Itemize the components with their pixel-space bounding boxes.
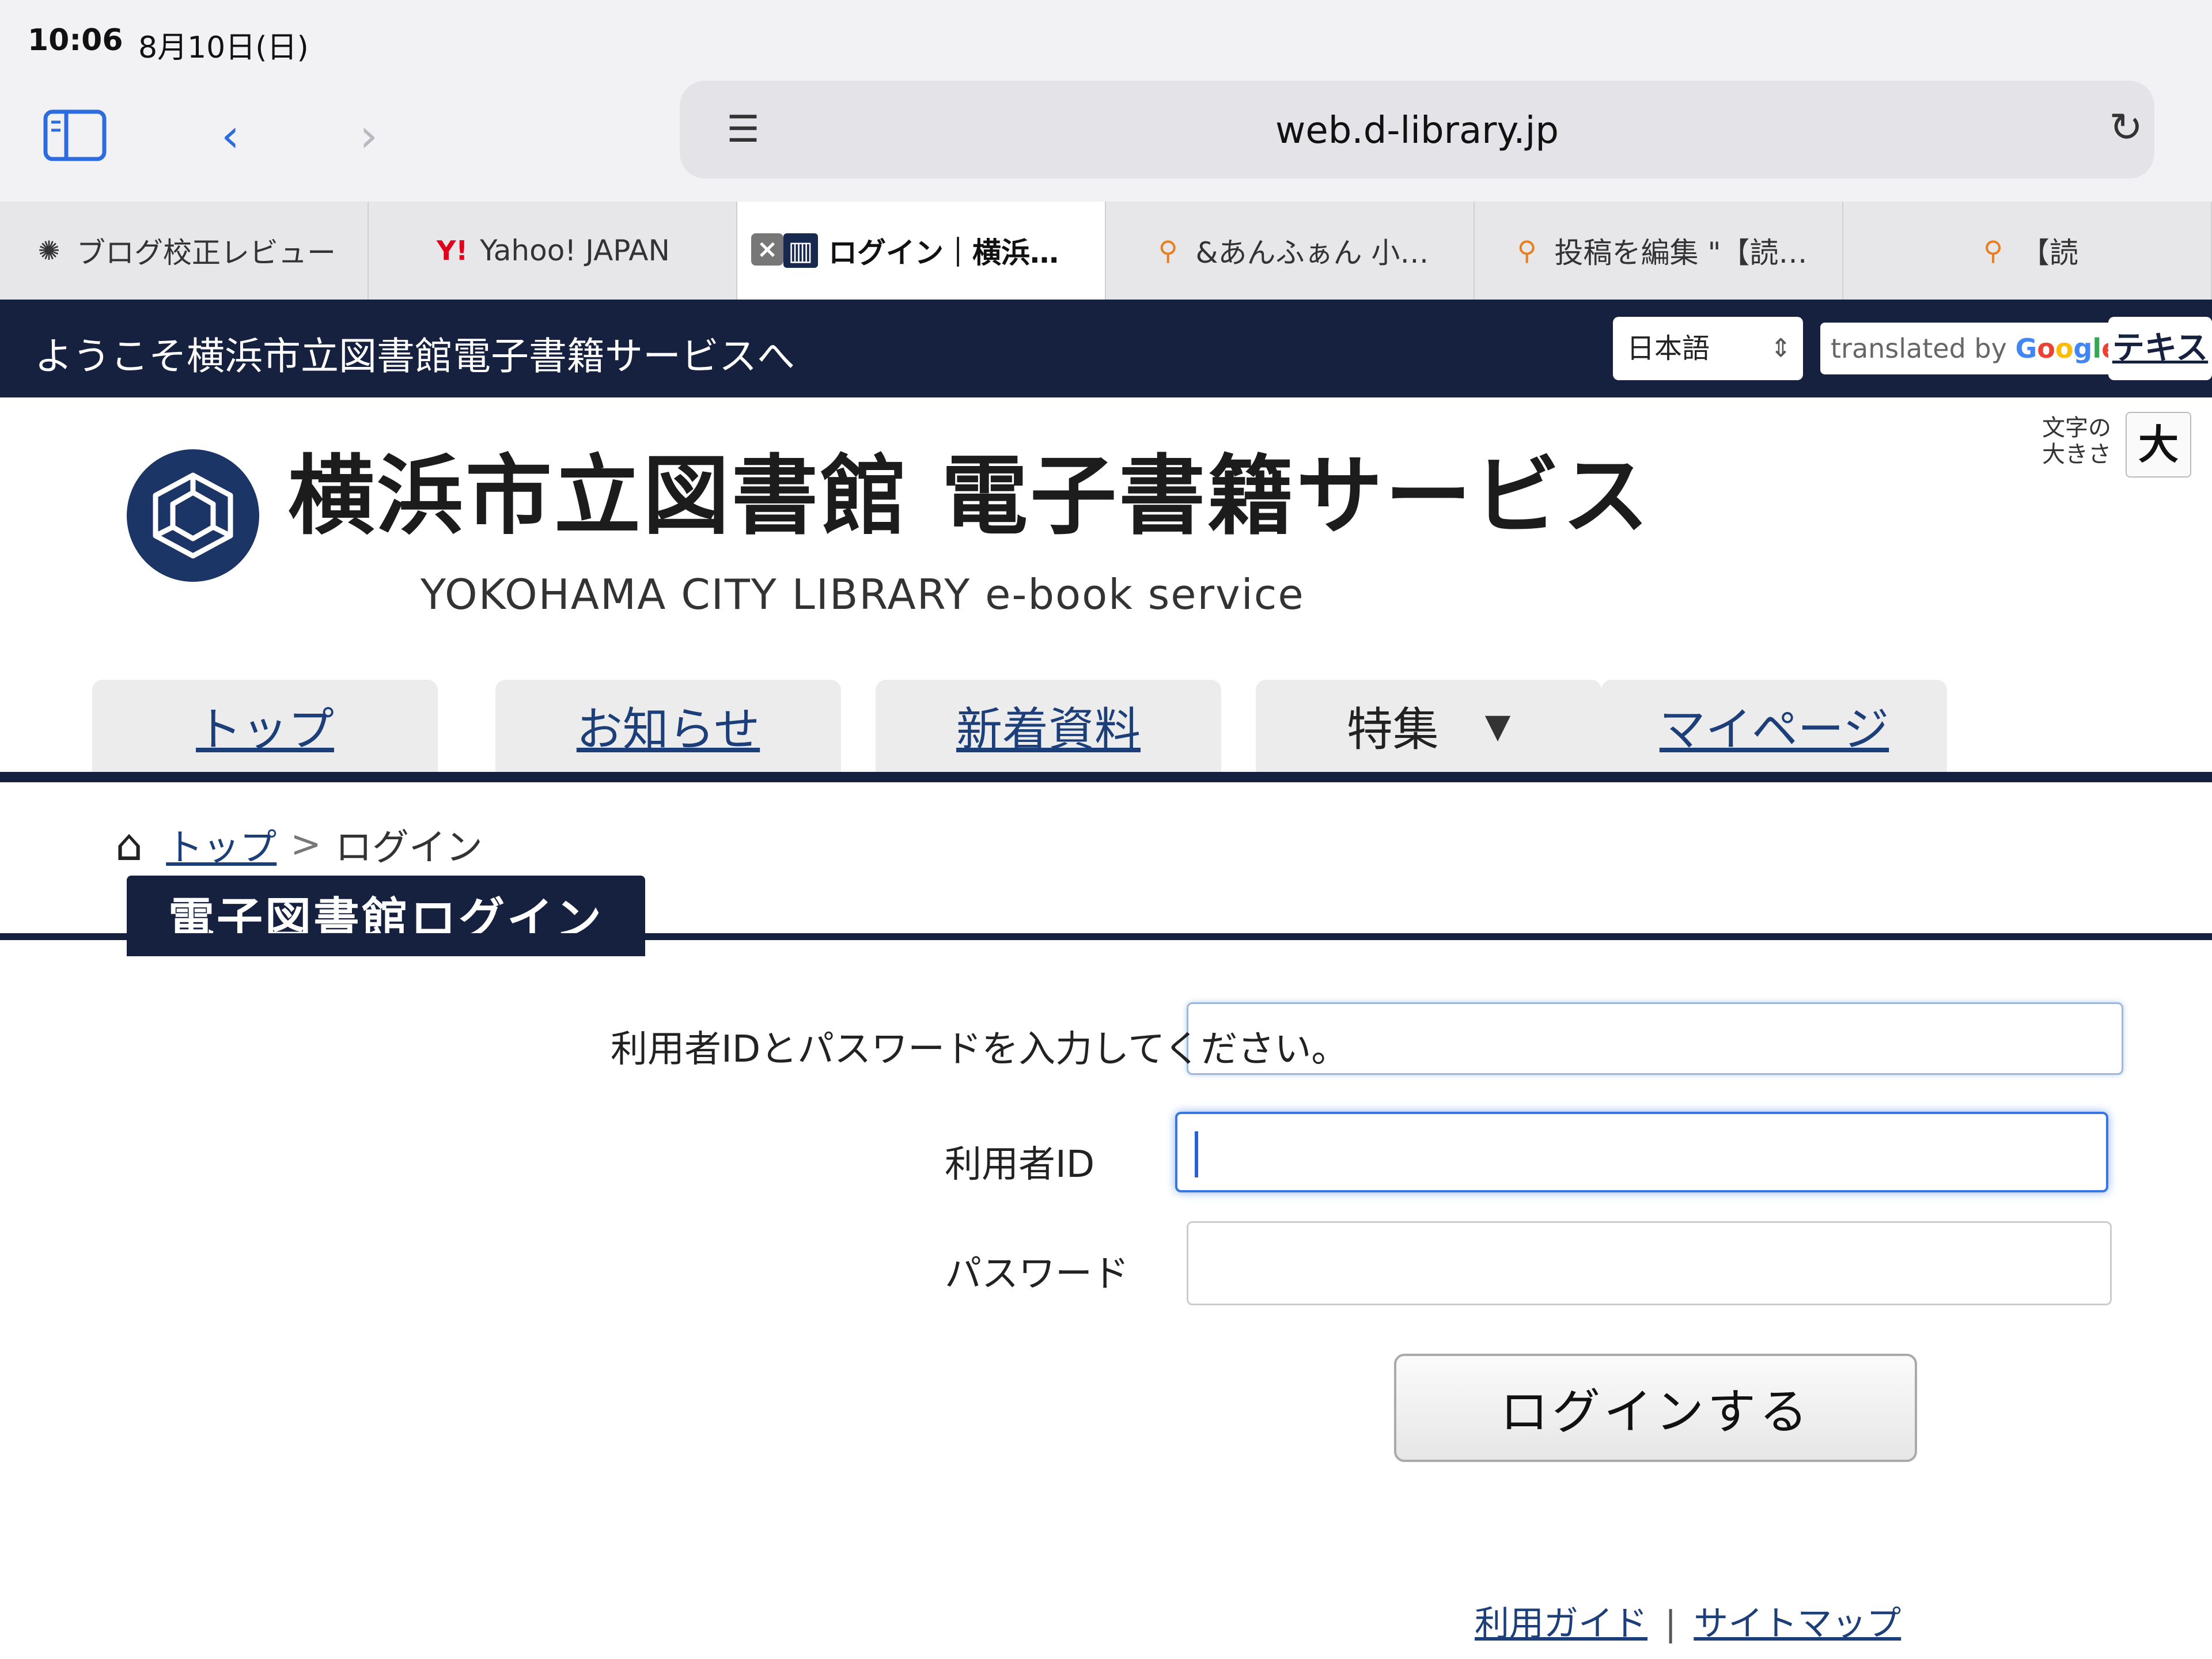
nav-special[interactable]: 特集 ▼ bbox=[1256, 680, 1601, 772]
yahoo-icon: Y! bbox=[436, 235, 468, 266]
breadcrumb-top-link[interactable]: トップ bbox=[166, 818, 276, 871]
tab-bar: ✺ ブログ校正レビュー Y! Yahoo! JAPAN × ▥ ログイン｜横浜…… bbox=[0, 202, 2212, 300]
breadcrumb-separator: > bbox=[290, 823, 321, 866]
login-heading: 電子図書館ログイン bbox=[127, 876, 645, 956]
tab-read[interactable]: ⚲ 【読 bbox=[1843, 202, 2212, 300]
library-logo-icon bbox=[127, 449, 259, 582]
welcome-bar: ようこそ横浜市立図書館電子書籍サービスへ 日本語 ⇕ translated by… bbox=[0, 300, 2212, 397]
site-subtitle: YOKOHAMA CITY LIBRARY e-book service bbox=[421, 570, 1305, 619]
tab-yahoo[interactable]: Y! Yahoo! JAPAN bbox=[369, 202, 737, 300]
text-cursor bbox=[1195, 1131, 1198, 1177]
password-label: パスワード bbox=[945, 1253, 1129, 1296]
dropdown-caret-icon: ▼ bbox=[1484, 706, 1511, 745]
home-icon: ⌂ bbox=[115, 819, 143, 870]
breadcrumb-current: ログイン bbox=[335, 827, 483, 869]
footer-separator: | bbox=[1665, 1604, 1677, 1644]
address-bar[interactable]: ☰ web.d-library.jp ↻ bbox=[680, 81, 2154, 179]
sitemap-link[interactable]: サイトマップ bbox=[1694, 1604, 1901, 1644]
tab-label: ログイン｜横浜… bbox=[828, 236, 1059, 270]
select-chevron-icon: ⇕ bbox=[1770, 334, 1791, 363]
address-url: web.d-library.jp bbox=[1275, 109, 1559, 152]
breadcrumb: ⌂ トップ > ログイン bbox=[115, 818, 483, 871]
tab-anfan[interactable]: ⚲ &あんふぁん 小… bbox=[1106, 202, 1475, 300]
forward-icon[interactable]: › bbox=[334, 104, 403, 167]
fontsize-label: 文字の大きさ bbox=[2042, 415, 2111, 468]
tab-label: ブログ校正レビュー bbox=[77, 236, 336, 270]
openai-icon: ✺ bbox=[37, 235, 60, 266]
user-id-input[interactable] bbox=[1175, 1112, 2108, 1192]
status-bar: 10:06 8月10日(日) bbox=[0, 0, 2212, 69]
status-date: 8月10日(日) bbox=[138, 31, 309, 65]
language-value: 日本語 bbox=[1627, 332, 1710, 365]
nav-news[interactable]: お知らせ bbox=[495, 680, 841, 772]
tab-login[interactable]: × ▥ ログイン｜横浜… bbox=[737, 202, 1106, 300]
language-select[interactable]: 日本語 ⇕ bbox=[1613, 317, 1803, 380]
welcome-text: ようこそ横浜市立図書館電子書籍サービスへ bbox=[35, 334, 795, 378]
user-id-label: 利用者ID bbox=[945, 1143, 1095, 1186]
nav-mypage[interactable]: マイページ bbox=[1601, 680, 1947, 772]
tab-label: Yahoo! JAPAN bbox=[480, 234, 670, 267]
password-input[interactable] bbox=[1187, 1221, 2112, 1305]
close-tab-icon[interactable]: × bbox=[751, 233, 783, 266]
tab-blog-review[interactable]: ✺ ブログ校正レビュー bbox=[0, 202, 369, 300]
tab-label: 投稿を編集 "【読… bbox=[1554, 236, 1808, 270]
sidebar-toggle-icon[interactable] bbox=[40, 104, 109, 167]
book-icon: ▥ bbox=[783, 233, 818, 268]
main-nav: トップ お知らせ 新着資料 特集 ▼ マイページ bbox=[0, 662, 2212, 782]
login-instruction: 利用者IDとパスワードを入力してください。 bbox=[611, 1028, 1349, 1071]
browser-toolbar: ‹ › ☰ web.d-library.jp ↻ bbox=[0, 69, 2212, 202]
reload-icon[interactable]: ↻ bbox=[2109, 104, 2143, 151]
section-divider bbox=[0, 933, 2212, 940]
pin-icon: ⚲ bbox=[1983, 235, 2003, 266]
nav-special-label: 特集 bbox=[1346, 703, 1439, 756]
site-title: 横浜市立図書館 電子書籍サービス bbox=[288, 446, 1652, 547]
text-mode-button[interactable]: テキス bbox=[2108, 317, 2212, 380]
translated-by-text: translated by bbox=[1831, 333, 2007, 364]
tab-label: &あんふぁん 小… bbox=[1195, 236, 1429, 270]
google-translate-badge: translated by Google bbox=[1820, 323, 2130, 374]
pin-icon: ⚲ bbox=[1517, 235, 1537, 266]
status-time: 10:06 bbox=[28, 23, 123, 58]
footer-links: 利用ガイド | サイトマップ bbox=[1475, 1596, 1901, 1646]
nav-new-items[interactable]: 新着資料 bbox=[876, 680, 1221, 772]
tab-label: 【読 bbox=[2021, 236, 2078, 270]
back-icon[interactable]: ‹ bbox=[196, 104, 265, 167]
web-page: ようこそ横浜市立図書館電子書籍サービスへ 日本語 ⇕ translated by… bbox=[0, 300, 2212, 1659]
usage-guide-link[interactable]: 利用ガイド bbox=[1475, 1604, 1647, 1644]
pin-icon: ⚲ bbox=[1158, 235, 1178, 266]
tab-edit-post[interactable]: ⚲ 投稿を編集 "【読… bbox=[1475, 202, 1843, 300]
nav-top[interactable]: トップ bbox=[92, 680, 438, 772]
login-button[interactable]: ログインする bbox=[1394, 1354, 1917, 1462]
fontsize-large-button[interactable]: 大 bbox=[2126, 412, 2191, 478]
google-logo: Google bbox=[2015, 333, 2119, 364]
